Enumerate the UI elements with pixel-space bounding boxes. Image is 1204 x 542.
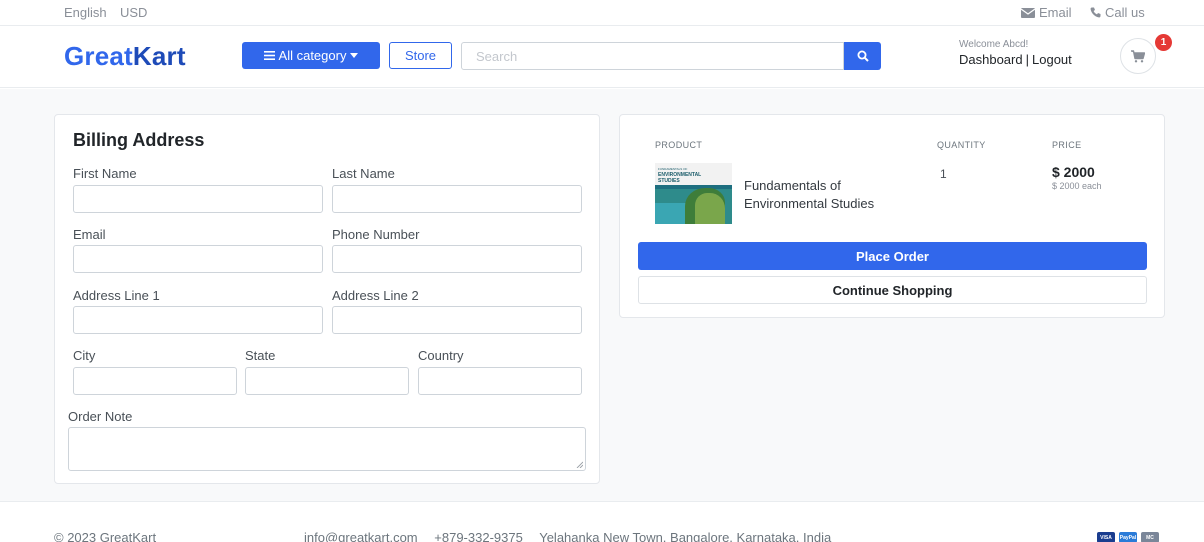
email-label: Email [73,227,106,242]
last-name-input[interactable] [332,185,582,213]
caret-down-icon [350,53,359,58]
continue-shopping-button[interactable]: Continue Shopping [638,276,1147,304]
logo-great: Great [64,41,133,71]
book-cover-title-line-3: STUDIES [658,178,680,184]
order-note-label: Order Note [68,409,133,424]
billing-address-card: Billing Address First Name Last Name Ema… [54,114,600,484]
country-input[interactable] [418,367,582,395]
address-line-2-label: Address Line 2 [332,288,419,303]
footer-phone: +879-332-9375 [434,530,523,542]
state-input[interactable] [245,367,409,395]
paypal-card-icon: PayPal [1119,532,1137,542]
logo-kart: Kart [132,41,186,71]
country-label: Country [418,348,464,363]
state-label: State [245,348,276,363]
email-input[interactable] [73,245,323,273]
search-input[interactable] [461,42,844,70]
copyright-text: © 2023 GreatKart [54,530,157,542]
email-link[interactable]: Email [1021,5,1072,20]
product-quantity: 1 [940,167,947,181]
resize-grip-icon[interactable] [576,461,583,468]
phone-icon [1090,7,1101,18]
top-bar: English USD Email Call us [0,0,1204,26]
currency-selector[interactable]: USD [120,5,147,20]
checkout-main: Billing Address First Name Last Name Ema… [0,89,1204,501]
all-category-label: All category [278,48,347,63]
product-price: $ 2000 [1052,164,1095,180]
call-label: Call us [1105,5,1145,20]
book-cover-foliage [695,193,725,224]
store-button[interactable]: Store [389,42,452,69]
phone-input[interactable] [332,245,582,273]
book-cover-title: FUNDAMENTALS OF ENVIRONMENTAL STUDIES [658,166,701,184]
language-selector[interactable]: English [64,5,107,20]
city-label: City [73,348,96,363]
email-label: Email [1039,5,1072,20]
product-name-link[interactable]: Fundamentals of Environmental Studies [744,177,914,213]
first-name-label: First Name [73,166,137,181]
site-footer: © 2023 GreatKart info@greatkart.com +879… [0,501,1204,542]
city-input[interactable] [73,367,237,395]
shopping-cart-icon [1131,49,1145,62]
address-line-1-label: Address Line 1 [73,288,160,303]
order-summary-card: PRODUCT QUANTITY PRICE FUNDAMENTALS OF E… [619,114,1165,318]
order-note-textarea[interactable] [68,427,586,471]
price-column-header: PRICE [1052,140,1082,150]
dashboard-link[interactable]: Dashboard [959,52,1023,67]
phone-label: Phone Number [332,227,420,242]
billing-title: Billing Address [73,130,205,150]
site-header: GreatKart All category Store Welcome Abc… [0,26,1204,88]
last-name-label: Last Name [332,166,395,181]
visa-card-icon: VISA [1097,532,1115,542]
call-link[interactable]: Call us [1090,5,1145,20]
address-line-2-input[interactable] [332,306,582,334]
first-name-input[interactable] [73,185,323,213]
place-order-button[interactable]: Place Order [638,242,1147,270]
address-line-1-input[interactable] [73,306,323,334]
book-cover-stripe [655,185,732,189]
footer-email[interactable]: info@greatkart.com [304,530,418,542]
footer-address: Yelahanka New Town, Bangalore, Karnataka… [539,530,832,542]
account-links: Dashboard | Logout [959,52,1072,67]
menu-icon [263,51,275,60]
product-unit-price: $ 2000 each [1052,181,1102,191]
cart-count-badge: 1 [1155,34,1172,51]
cart-button[interactable] [1120,38,1156,74]
link-separator: | [1025,52,1029,67]
logo[interactable]: GreatKart [64,41,186,72]
search-icon [857,50,869,62]
search-button[interactable] [844,42,881,70]
product-thumbnail[interactable]: FUNDAMENTALS OF ENVIRONMENTAL STUDIES [655,163,732,224]
contact-info: info@greatkart.com +879-332-9375 Yelahan… [304,530,844,542]
quantity-column-header: QUANTITY [937,140,986,150]
welcome-text: Welcome Abcd! [959,39,1029,50]
envelope-icon [1021,7,1035,18]
product-column-header: PRODUCT [655,140,703,150]
mastercard-icon: MC [1141,532,1159,542]
all-category-button[interactable]: All category [242,42,380,69]
logout-link[interactable]: Logout [1032,52,1072,67]
